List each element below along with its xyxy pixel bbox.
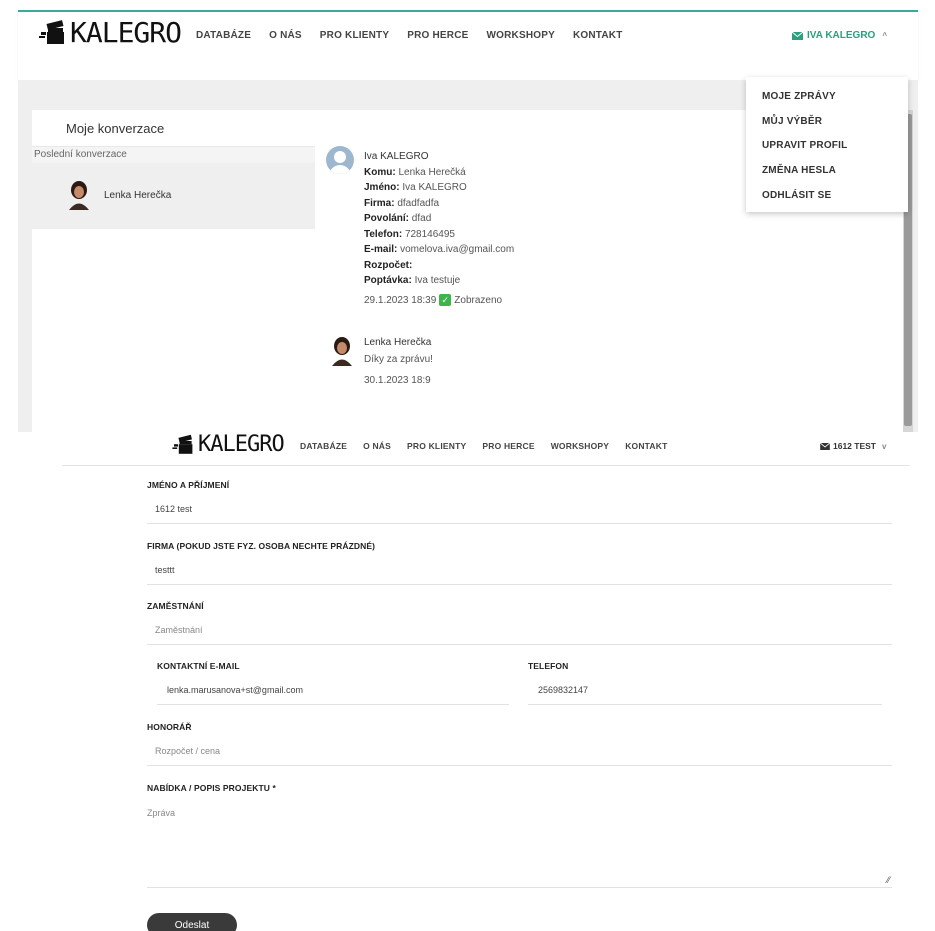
name-input[interactable]: 1612 test bbox=[147, 500, 892, 524]
message-timestamp: 30.1.2023 18:9 bbox=[364, 375, 431, 386]
envelope-icon bbox=[792, 31, 803, 40]
fee-label: HONORÁŘ bbox=[147, 722, 192, 732]
name-label: JMÉNO A PŘÍJMENÍ bbox=[147, 480, 230, 490]
message-text: Díky za zprávu! bbox=[364, 354, 433, 365]
nav-workshopy[interactable]: WORKSHOPY bbox=[487, 30, 555, 41]
message-field: Firma: dfadfadfa bbox=[364, 197, 440, 209]
menu-item-odhlasit-se[interactable]: ODHLÁSIT SE bbox=[762, 190, 831, 201]
avatar bbox=[332, 337, 352, 366]
nav-databaze[interactable]: DATABÁZE bbox=[196, 30, 251, 41]
resize-handle-icon[interactable]: ⁄⁄ bbox=[887, 875, 890, 885]
submit-button[interactable]: Odeslat bbox=[147, 913, 237, 931]
nav-pro-herce[interactable]: PRO HERCE bbox=[482, 441, 534, 451]
logo[interactable]: KALEGRO bbox=[170, 432, 285, 457]
menu-item-zmena-hesla[interactable]: ZMĚNA HESLA bbox=[762, 165, 836, 176]
director-chair-icon bbox=[172, 434, 193, 454]
main-nav: DATABÁZE O NÁS PRO KLIENTY PRO HERCE WOR… bbox=[196, 30, 641, 41]
offer-label: NABÍDKA / POPIS PROJEKTU * bbox=[147, 783, 276, 793]
company-label: FIRMA (POKUD JSTE FYZ. OSOBA NECHTE PRÁZ… bbox=[147, 541, 376, 551]
message-sender: Lenka Herečka bbox=[364, 337, 432, 348]
message-sender: Iva KALEGRO bbox=[364, 151, 429, 162]
conversation-item-name[interactable]: Lenka Herečka bbox=[104, 190, 171, 201]
message-timestamp: 29.1.2023 18:39 bbox=[364, 294, 437, 306]
form-screenshot: KALEGRO DATABÁZE O NÁS PRO KLIENTY PRO H… bbox=[0, 432, 935, 931]
nav-workshopy[interactable]: WORKSHOPY bbox=[551, 441, 609, 451]
email-label: KONTAKTNÍ E-MAIL bbox=[157, 661, 240, 671]
menu-item-upravit-profil[interactable]: UPRAVIT PROFIL bbox=[762, 140, 847, 151]
user-menu-label: 1612 TEST bbox=[833, 441, 876, 451]
chevron-down-icon: v bbox=[882, 441, 887, 451]
user-menu-toggle[interactable]: IVA KALEGRO ^ bbox=[792, 30, 887, 41]
message-status: Zobrazeno bbox=[454, 294, 503, 306]
messages-screenshot: KALEGRO DATABÁZE O NÁS PRO KLIENTY PRO H… bbox=[0, 0, 935, 432]
director-chair-icon bbox=[39, 19, 64, 44]
chevron-up-icon: ^ bbox=[882, 31, 888, 40]
message-field: Komu: Lenka Herečká bbox=[364, 166, 466, 178]
nav-pro-herce[interactable]: PRO HERCE bbox=[407, 30, 468, 41]
company-input[interactable]: testtt bbox=[147, 561, 892, 585]
menu-item-muj-vyber[interactable]: MŮJ VÝBĚR bbox=[762, 116, 822, 127]
message-field: Telefon: 728146495 bbox=[364, 228, 455, 240]
menu-item-moje-zpravy[interactable]: MOJE ZPRÁVY bbox=[762, 91, 836, 102]
nav-o-nas[interactable]: O NÁS bbox=[269, 30, 302, 41]
logo[interactable]: KALEGRO bbox=[36, 16, 182, 49]
nav-kontakt[interactable]: KONTAKT bbox=[625, 441, 667, 451]
message-field: Rozpočet: bbox=[364, 259, 413, 271]
message-timestamp-row: 29.1.2023 18:39 ✓ Zobrazeno bbox=[364, 293, 514, 309]
message-field: Povolání: dfad bbox=[364, 213, 432, 224]
logo-text: KALEGRO bbox=[198, 432, 285, 457]
message-field: E-mail: vomelova.iva@gmail.com bbox=[364, 244, 515, 255]
user-menu-toggle[interactable]: 1612 TEST v bbox=[820, 441, 886, 451]
avatar bbox=[69, 181, 89, 210]
message-1: Iva KALEGRO Komu: Lenka Herečká Jméno: I… bbox=[364, 149, 514, 308]
nav-pro-klienty[interactable]: PRO KLIENTY bbox=[407, 441, 466, 451]
message-field: Jméno: Iva KALEGRO bbox=[364, 182, 467, 193]
logo-text: KALEGRO bbox=[70, 16, 182, 49]
nav-databaze[interactable]: DATABÁZE bbox=[300, 441, 347, 451]
message-field: Poptávka: Iva testuje bbox=[364, 275, 461, 286]
conversations-title: Moje konverzace bbox=[66, 121, 165, 136]
nav-pro-klienty[interactable]: PRO KLIENTY bbox=[320, 30, 389, 41]
phone-input[interactable]: 2569832147 bbox=[528, 681, 882, 705]
main-nav: DATABÁZE O NÁS PRO KLIENTY PRO HERCE WOR… bbox=[300, 441, 684, 451]
conversations-subtitle: Poslední konverzace bbox=[34, 149, 127, 160]
job-label: ZAMĚSTNÁNÍ bbox=[147, 601, 204, 611]
nav-kontakt[interactable]: KONTAKT bbox=[573, 30, 623, 41]
fee-input[interactable]: Rozpočet / cena bbox=[147, 742, 892, 766]
user-avatar-icon bbox=[326, 146, 354, 174]
offer-textarea[interactable]: Zpráva ⁄⁄ bbox=[147, 804, 892, 888]
email-input[interactable]: lenka.marusanova+st@gmail.com bbox=[157, 681, 509, 705]
phone-label: TELEFON bbox=[528, 661, 569, 671]
nav-o-nas[interactable]: O NÁS bbox=[363, 441, 391, 451]
user-menu-label: IVA KALEGRO bbox=[807, 30, 876, 41]
job-input[interactable]: Zaměstnání bbox=[147, 621, 892, 645]
checkmark-icon: ✓ bbox=[439, 294, 452, 307]
user-dropdown-menu: MOJE ZPRÁVY MŮJ VÝBĚR UPRAVIT PROFIL ZMĚ… bbox=[746, 77, 908, 212]
message-2: Lenka Herečka Díky za zprávu! 30.1.2023 … bbox=[364, 334, 433, 389]
envelope-icon bbox=[820, 442, 830, 450]
